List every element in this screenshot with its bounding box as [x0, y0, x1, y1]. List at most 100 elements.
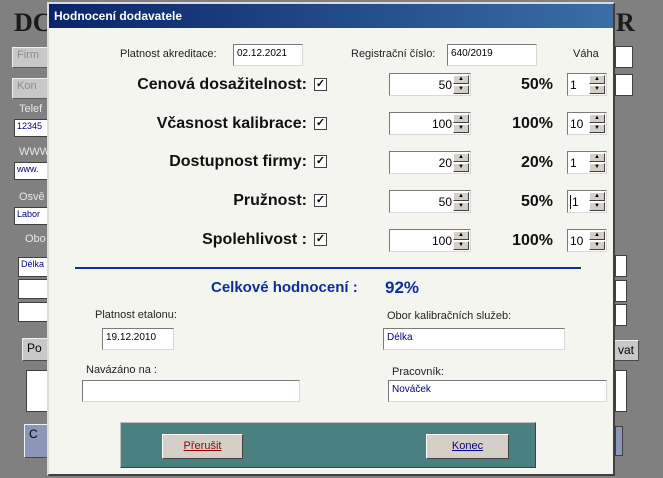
- close-button-label: Konec: [451, 440, 484, 452]
- supplier-rating-dialog: Hodnocení dodavatele Platnost akreditace…: [47, 2, 615, 476]
- criterion-label: Spolehlivost :: [202, 231, 307, 248]
- background-osv-label: Osvě: [19, 191, 45, 203]
- score-spinner[interactable]: 50 ▲ ▼: [389, 190, 471, 213]
- obor-label: Obor kalibračních služeb:: [387, 310, 512, 322]
- background-right-field-3[interactable]: [615, 255, 627, 277]
- criterion-percent: 100%: [512, 115, 553, 132]
- navazano-field[interactable]: [82, 380, 300, 402]
- spin-down-icon[interactable]: ▼: [453, 124, 469, 133]
- weight-value: 10: [570, 234, 584, 248]
- background-osv-field[interactable]: Labor: [14, 207, 50, 225]
- dialog-body: Platnost akreditace: 02.12.2021 Registra…: [49, 28, 613, 474]
- score-value: 100: [431, 117, 452, 131]
- score-spinner[interactable]: 100 ▲ ▼: [389, 229, 471, 252]
- criterion-percent: 50%: [520, 76, 553, 93]
- spin-down-icon[interactable]: ▼: [589, 241, 605, 250]
- score-value: 50: [438, 78, 452, 92]
- background-phone-label: Telef: [19, 103, 43, 115]
- spin-up-icon[interactable]: ▲: [589, 153, 605, 162]
- close-button[interactable]: Konec: [426, 434, 509, 459]
- score-spinner[interactable]: 100 ▲ ▼: [389, 112, 471, 135]
- dialog-titlebar[interactable]: Hodnocení dodavatele: [49, 4, 613, 28]
- spin-up-icon[interactable]: ▲: [589, 231, 605, 240]
- button-panel: Přerušit Konec: [120, 422, 536, 468]
- spin-down-icon[interactable]: ▼: [589, 163, 605, 172]
- spin-up-icon[interactable]: ▲: [453, 153, 469, 162]
- criterion-checkbox[interactable]: ✓: [314, 117, 327, 130]
- criterion-label: Pružnost:: [233, 192, 307, 209]
- spin-up-icon[interactable]: ▲: [453, 231, 469, 240]
- spin-down-icon[interactable]: ▼: [589, 85, 605, 94]
- score-value: 20: [438, 156, 452, 170]
- background-www-field[interactable]: www.: [14, 162, 50, 180]
- score-spinner[interactable]: 20 ▲ ▼: [389, 151, 471, 174]
- background-www-label: WWW: [19, 146, 47, 158]
- cancel-button[interactable]: Přerušit: [162, 434, 243, 459]
- criterion-checkbox[interactable]: ✓: [314, 233, 327, 246]
- spin-up-icon[interactable]: ▲: [453, 114, 469, 123]
- spin-down-icon[interactable]: ▼: [453, 241, 469, 250]
- spin-down-icon[interactable]: ▼: [589, 202, 605, 211]
- background-title-right: R: [616, 8, 635, 37]
- criterion-percent: 20%: [520, 154, 553, 171]
- background-kon-button[interactable]: Kon: [12, 78, 50, 99]
- score-value: 50: [438, 195, 452, 209]
- weight-spinner[interactable]: 1 ▲ ▼: [567, 151, 607, 174]
- criterion-label: Dostupnost firmy:: [169, 153, 307, 170]
- cancel-button-label: Přerušit: [183, 440, 222, 452]
- background-right-field-5[interactable]: [615, 304, 627, 326]
- total-rating-label: Celkové hodnocení :: [211, 279, 358, 296]
- weight-spinner[interactable]: 10 ▲ ▼: [567, 112, 607, 135]
- navazano-label: Navázáno na :: [86, 364, 157, 376]
- background-right-button[interactable]: [615, 426, 623, 456]
- spin-up-icon[interactable]: ▲: [453, 192, 469, 201]
- score-spinner[interactable]: 50 ▲ ▼: [389, 73, 471, 96]
- weight-value[interactable]: 1: [570, 195, 588, 209]
- background-field-a[interactable]: [18, 279, 50, 299]
- background-po-button[interactable]: Po: [22, 338, 48, 361]
- background-title: DC: [14, 8, 52, 37]
- weight-value: 10: [570, 117, 584, 131]
- spin-down-icon[interactable]: ▼: [453, 85, 469, 94]
- weight-spinner[interactable]: 1 ▲ ▼: [567, 190, 607, 213]
- weight-spinner[interactable]: 1 ▲ ▼: [567, 73, 607, 96]
- criterion-checkbox[interactable]: ✓: [314, 78, 327, 91]
- criterion-label: Včasnost kalibrace:: [156, 115, 307, 132]
- registracni-cislo-label: Registrační číslo:: [351, 48, 436, 60]
- weight-value: 1: [570, 78, 577, 92]
- spin-up-icon[interactable]: ▲: [589, 192, 605, 201]
- obor-field[interactable]: Délka: [383, 328, 565, 350]
- pracovnik-field[interactable]: Nováček: [388, 380, 607, 402]
- vaha-label: Váha: [573, 48, 599, 60]
- background-c-button[interactable]: C: [24, 424, 48, 458]
- criterion-percent: 100%: [512, 232, 553, 249]
- platnost-etalonu-field[interactable]: 19.12.2010: [102, 328, 174, 350]
- total-rating-value: 92%: [385, 278, 420, 297]
- spin-up-icon[interactable]: ▲: [453, 75, 469, 84]
- separator-line: [75, 267, 581, 269]
- spin-up-icon[interactable]: ▲: [589, 114, 605, 123]
- background-right-field-4[interactable]: [615, 280, 627, 302]
- background-panel-right: [615, 370, 627, 412]
- spin-down-icon[interactable]: ▼: [453, 202, 469, 211]
- registracni-cislo-field[interactable]: 640/2019: [447, 44, 537, 66]
- background-field-b[interactable]: [18, 302, 50, 322]
- platnost-akreditace-label: Platnost akreditace:: [120, 48, 217, 60]
- criterion-checkbox[interactable]: ✓: [314, 194, 327, 207]
- background-vat-button[interactable]: vat: [613, 340, 639, 361]
- spin-down-icon[interactable]: ▼: [589, 124, 605, 133]
- background-delka-field[interactable]: Délka: [18, 257, 50, 277]
- background-right-field-2[interactable]: [615, 74, 633, 96]
- platnost-akreditace-field[interactable]: 02.12.2021: [233, 44, 303, 66]
- criterion-checkbox[interactable]: ✓: [314, 155, 327, 168]
- spin-up-icon[interactable]: ▲: [589, 75, 605, 84]
- criterion-percent: 50%: [520, 193, 553, 210]
- spin-down-icon[interactable]: ▼: [453, 163, 469, 172]
- background-right-field-1[interactable]: [615, 46, 633, 68]
- pracovnik-label: Pracovník:: [392, 366, 444, 378]
- background-phone-field[interactable]: 12345: [14, 119, 50, 137]
- weight-spinner[interactable]: 10 ▲ ▼: [567, 229, 607, 252]
- background-firm-button[interactable]: Firm: [12, 47, 50, 68]
- dialog-title: Hodnocení dodavatele: [54, 9, 183, 23]
- weight-value: 1: [570, 156, 577, 170]
